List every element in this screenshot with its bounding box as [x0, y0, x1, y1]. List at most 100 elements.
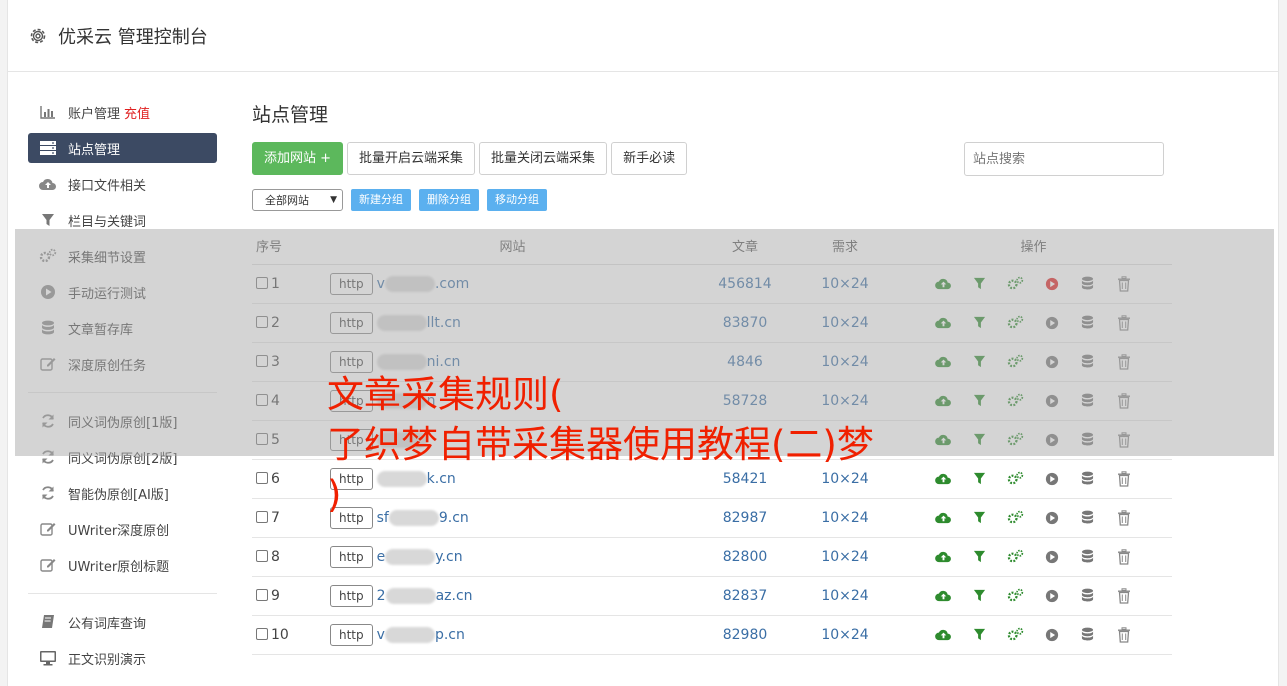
add-site-button[interactable]: 添加网站 +: [252, 141, 344, 175]
cloud-upload-icon[interactable]: [934, 547, 953, 566]
protocol-badge: http: [330, 623, 373, 646]
row-index: 10: [271, 626, 289, 643]
sidebar-item-group2-4[interactable]: UWriter原创标题: [28, 547, 217, 583]
cloud-upload-icon[interactable]: [934, 625, 953, 644]
row-index: 7: [271, 509, 280, 526]
site-domain-start[interactable]: v: [377, 627, 385, 643]
batch-disable-button[interactable]: 批量关闭云端采集: [479, 141, 608, 175]
gear-icon: [30, 28, 46, 43]
cogs-icon[interactable]: [1006, 586, 1025, 605]
sidebar-item-group1-0[interactable]: 账户管理 充值: [28, 94, 217, 130]
row-checkbox[interactable]: [256, 588, 268, 601]
filter-icon[interactable]: [970, 625, 989, 644]
row-index-cell: 10: [252, 615, 330, 655]
database-icon[interactable]: [1078, 586, 1097, 605]
sidebar-item-label: 智能伪原创[AI版]: [68, 487, 169, 503]
sidebar-divider: [28, 593, 217, 594]
sidebar-item-group3-0[interactable]: 公有词库查询: [28, 604, 217, 640]
batch-enable-button[interactable]: 批量开启云端采集: [347, 141, 476, 175]
demand-value: 10×24: [795, 615, 895, 655]
row-actions-cell: [895, 615, 1172, 655]
site-domain-end[interactable]: az.cn: [436, 588, 473, 604]
row-actions-cell: [895, 576, 1172, 616]
filter-icon[interactable]: [970, 547, 989, 566]
play-circle-icon[interactable]: [1042, 547, 1061, 566]
chevron-down-icon: ▼: [330, 195, 337, 205]
table-row: 8 http e y.cn 82800 10×24: [252, 537, 1172, 577]
row-index: 8: [271, 548, 280, 565]
row-checkbox[interactable]: [256, 510, 268, 523]
new-group-button[interactable]: 新建分组: [351, 189, 411, 211]
protocol-badge: http: [330, 545, 373, 568]
recharge-link[interactable]: 充值: [124, 103, 150, 122]
trash-icon[interactable]: [1114, 547, 1133, 566]
database-icon[interactable]: [1078, 469, 1097, 488]
cogs-icon[interactable]: [1006, 508, 1025, 527]
trash-icon[interactable]: [1114, 625, 1133, 644]
app-title: 优采云 管理控制台: [58, 26, 208, 48]
database-icon[interactable]: [1078, 625, 1097, 644]
trash-icon[interactable]: [1114, 508, 1133, 527]
row-index-cell: 8: [252, 537, 330, 577]
table-row: 9 http 2 az.cn 82837 10×24: [252, 576, 1172, 616]
site-domain-end[interactable]: y.cn: [435, 549, 462, 565]
row-index-cell: 7: [252, 498, 330, 538]
site-search-input[interactable]: [964, 142, 1164, 176]
sidebar-item-group1-1[interactable]: 站点管理: [28, 133, 217, 163]
group-toolbar: 全部网站 ▼ 新建分组 删除分组 移动分组: [252, 189, 1172, 211]
table-row: 10 http v p.cn 82980 10×24: [252, 615, 1172, 655]
trash-icon[interactable]: [1114, 586, 1133, 605]
row-site-cell: http e y.cn: [330, 537, 695, 577]
row-index: 6: [271, 470, 280, 487]
sidebar-item-group2-2[interactable]: 智能伪原创[AI版]: [28, 475, 217, 511]
sidebar-item-label: 账户管理: [68, 106, 121, 122]
play-circle-icon[interactable]: [1042, 625, 1061, 644]
sidebar-item-group1-2[interactable]: 接口文件相关: [28, 166, 217, 202]
row-checkbox[interactable]: [256, 627, 268, 640]
site-domain-start[interactable]: e: [377, 549, 386, 565]
trash-icon[interactable]: [1114, 469, 1133, 488]
overlay-caption: 文章采集规则( 了织梦自带采集器使用教程(二)梦 ): [327, 370, 987, 520]
article-count[interactable]: 82800: [695, 537, 795, 577]
guide-button[interactable]: 新手必读: [611, 141, 688, 175]
row-actions: [895, 586, 1172, 605]
cloud-upload-icon: [39, 175, 57, 193]
cogs-icon[interactable]: [1006, 469, 1025, 488]
delete-group-button[interactable]: 删除分组: [419, 189, 479, 211]
play-circle-icon[interactable]: [1042, 469, 1061, 488]
row-index-cell: 6: [252, 459, 330, 499]
play-circle-icon[interactable]: [1042, 508, 1061, 527]
site-domain-start[interactable]: 2: [377, 588, 386, 604]
overlay-line-2: 了织梦自带采集器使用教程(二)梦: [327, 423, 874, 466]
protocol-badge: http: [330, 584, 373, 607]
sidebar-item-group2-3[interactable]: UWriter深度原创: [28, 511, 217, 547]
cogs-icon[interactable]: [1006, 547, 1025, 566]
monitor-icon: [39, 649, 57, 667]
row-checkbox[interactable]: [256, 471, 268, 484]
sidebar-item-group3-1[interactable]: 正文识别演示: [28, 640, 217, 676]
sidebar-item-label: UWriter原创标题: [68, 559, 170, 575]
row-checkbox[interactable]: [256, 549, 268, 562]
sidebar-item-label: 正文识别演示: [68, 652, 147, 668]
article-count[interactable]: 82837: [695, 576, 795, 616]
refresh-icon: [39, 484, 57, 502]
edit-icon: [39, 520, 57, 538]
redacted-domain: [385, 548, 436, 565]
sidebar-item-label: 栏目与关键词: [68, 214, 147, 230]
cogs-icon[interactable]: [1006, 625, 1025, 644]
database-icon[interactable]: [1078, 547, 1097, 566]
filter-icon[interactable]: [970, 586, 989, 605]
book-icon: [39, 613, 57, 631]
row-actions-cell: [895, 537, 1172, 577]
database-icon[interactable]: [1078, 508, 1097, 527]
main-content: 站点管理 添加网站 + 批量开启云端采集 批量关闭云端采集 新手必读 全部网站 …: [252, 100, 1172, 655]
play-circle-icon[interactable]: [1042, 586, 1061, 605]
group-select[interactable]: 全部网站 ▼: [252, 189, 343, 211]
page-title: 站点管理: [252, 104, 329, 126]
sidebar-item-label: UWriter深度原创: [68, 523, 170, 539]
cloud-upload-icon[interactable]: [934, 586, 953, 605]
move-group-button[interactable]: 移动分组: [487, 189, 547, 211]
article-count[interactable]: 82980: [695, 615, 795, 655]
site-domain-end[interactable]: p.cn: [435, 627, 465, 643]
row-index: 9: [271, 587, 280, 604]
